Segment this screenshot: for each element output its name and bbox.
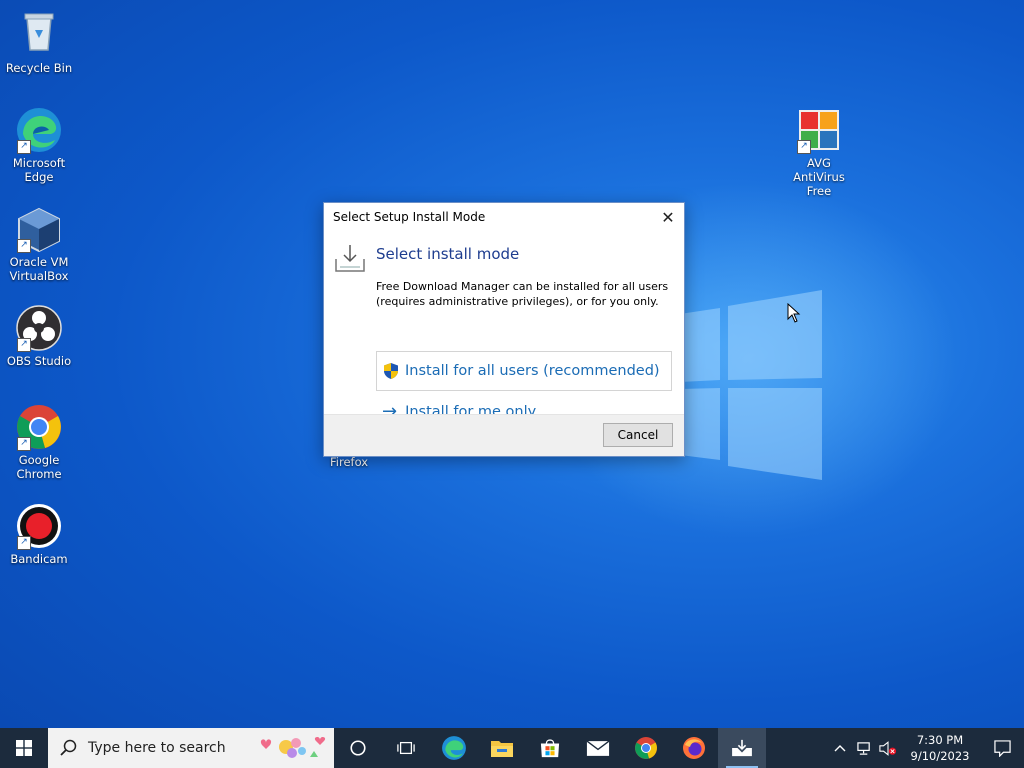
shortcut-arrow-icon: ↗: [17, 338, 31, 352]
network-icon: [856, 741, 870, 755]
search-placeholder: Type here to search: [88, 740, 226, 756]
setup-install-mode-dialog: Select Setup Install Mode ✕ Select insta…: [323, 202, 685, 457]
dialog-heading: Select install mode: [376, 245, 520, 263]
taskbar-file-explorer[interactable]: [478, 728, 526, 768]
desktop-icon-obs-studio[interactable]: ↗ OBS Studio: [1, 304, 77, 368]
mouse-cursor-icon: [787, 303, 801, 323]
clock-time: 7:30 PM: [916, 733, 964, 747]
dialog-description: Free Download Manager can be installed f…: [376, 280, 669, 308]
clock-date: 9/10/2023: [910, 749, 970, 763]
taskbar-firefox[interactable]: [670, 728, 718, 768]
install-all-users-label: Install for all users (recommended): [405, 363, 660, 379]
store-icon: [540, 739, 560, 758]
cortana-icon: [350, 740, 366, 756]
desktop-icon-avg-antivirus[interactable]: ↗ AVG AntiVirus Free: [780, 106, 858, 198]
mail-icon: [586, 740, 610, 756]
show-hidden-icons-button[interactable]: [828, 728, 852, 768]
action-center-button[interactable]: [980, 728, 1024, 768]
file-explorer-icon: [491, 741, 513, 757]
desktop-icon-microsoft-edge[interactable]: ↗ Microsoft Edge: [1, 106, 77, 184]
windows-start-icon: [16, 740, 32, 756]
shortcut-arrow-icon: ↗: [17, 140, 31, 154]
volume-button[interactable]: [876, 728, 900, 768]
uac-shield-icon: [384, 363, 398, 379]
taskbar-store[interactable]: [526, 728, 574, 768]
chrome-icon: [635, 737, 657, 759]
cortana-button[interactable]: [334, 728, 382, 768]
search-icon: [60, 739, 77, 756]
cancel-button[interactable]: Cancel: [603, 423, 673, 447]
network-button[interactable]: [852, 728, 876, 768]
desktop-icon-label: Microsoft Edge: [12, 156, 66, 184]
shortcut-arrow-icon: ↗: [797, 140, 811, 154]
desktop-icon-label: Oracle VM VirtualBox: [9, 255, 69, 283]
fdm-icon: [732, 739, 752, 757]
search-box[interactable]: Type here to search: [48, 728, 334, 768]
notification-icon: [993, 739, 1011, 757]
shortcut-arrow-icon: ↗: [17, 239, 31, 253]
edge-icon: [442, 736, 466, 760]
start-button[interactable]: [0, 728, 48, 768]
desktop-icon-google-chrome[interactable]: ↗ Google Chrome: [1, 403, 77, 481]
taskbar-edge[interactable]: [430, 728, 478, 768]
desktop-icon-label-firefox[interactable]: Firefox: [330, 455, 368, 469]
desktop-icon-label: Google Chrome: [16, 453, 62, 481]
desktop-icon-virtualbox[interactable]: ↗ Oracle VM VirtualBox: [1, 205, 77, 283]
chevron-up-icon: [834, 745, 846, 752]
dialog-footer: Cancel: [324, 414, 684, 456]
system-tray: 7:30 PM 9/10/2023: [828, 728, 1024, 768]
dialog-body: Select install mode Free Download Manage…: [324, 231, 684, 422]
taskbar-clock[interactable]: 7:30 PM 9/10/2023: [900, 732, 980, 764]
desktop-icon-recycle-bin[interactable]: Recycle Bin: [1, 8, 77, 75]
firefox-icon: [683, 737, 705, 759]
task-view-icon: [397, 741, 415, 755]
desktop-icon-label: Recycle Bin: [5, 61, 73, 75]
download-icon: [335, 245, 365, 272]
shortcut-arrow-icon: ↗: [17, 437, 31, 451]
desktop-icon-bandicam[interactable]: ↗ Bandicam: [1, 502, 77, 566]
search-highlight-flowers-icon: [260, 737, 326, 758]
close-icon: ✕: [661, 207, 675, 227]
desktop-icon-label: OBS Studio: [6, 354, 72, 368]
shortcut-arrow-icon: ↗: [17, 536, 31, 550]
recycle-bin-icon: [24, 13, 54, 51]
volume-muted-icon: [879, 740, 897, 756]
install-all-users-button[interactable]: Install for all users (recommended): [376, 351, 672, 391]
dialog-title: Select Setup Install Mode: [333, 210, 486, 224]
desktop-icon-label: AVG AntiVirus Free: [793, 156, 845, 198]
taskbar: Type here to search 7:30 PM 9/10/2023: [0, 728, 1024, 768]
taskbar-mail[interactable]: [574, 728, 622, 768]
close-button[interactable]: ✕: [652, 203, 684, 231]
desktop-icon-label: Bandicam: [10, 552, 68, 566]
task-view-button[interactable]: [382, 728, 430, 768]
taskbar-chrome[interactable]: [622, 728, 670, 768]
taskbar-free-download-manager[interactable]: [718, 728, 766, 768]
